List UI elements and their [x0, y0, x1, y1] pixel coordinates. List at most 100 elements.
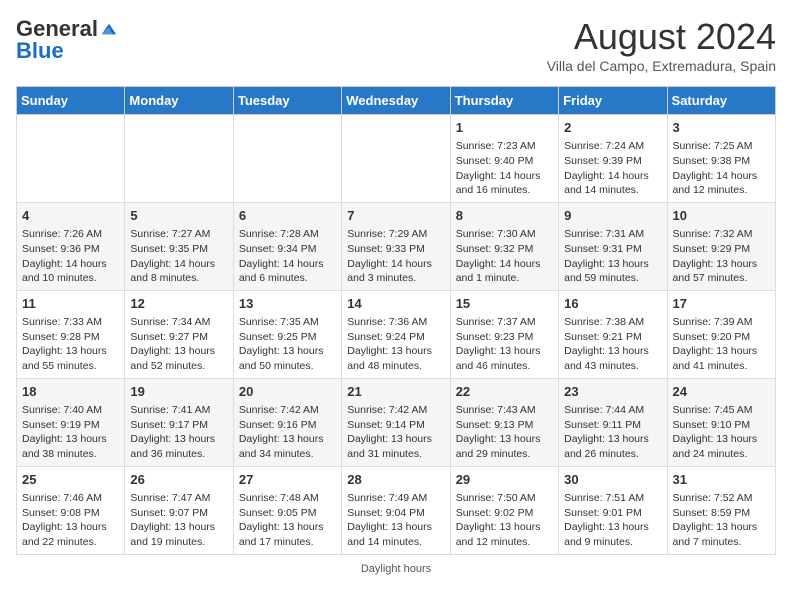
weekday-header-friday: Friday [559, 87, 667, 115]
day-number: 7 [347, 207, 444, 225]
calendar-cell: 31 Sunrise: 7:52 AMSunset: 8:59 PMDayligh… [667, 466, 775, 554]
day-number: 29 [456, 471, 553, 489]
calendar-cell: 1 Sunrise: 7:23 AMSunset: 9:40 PMDaylight… [450, 115, 558, 203]
day-number: 8 [456, 207, 553, 225]
day-info: Sunrise: 7:42 AMSunset: 9:14 PMDaylight:… [347, 403, 444, 462]
day-info: Sunrise: 7:24 AMSunset: 9:39 PMDaylight:… [564, 139, 661, 198]
calendar-cell: 17 Sunrise: 7:39 AMSunset: 9:20 PMDayligh… [667, 290, 775, 378]
day-number: 27 [239, 471, 336, 489]
calendar-cell [342, 115, 450, 203]
day-info: Sunrise: 7:49 AMSunset: 9:04 PMDaylight:… [347, 491, 444, 550]
calendar-week-row: 11Sunrise: 7:33 AMSunset: 9:28 PMDayligh… [17, 290, 776, 378]
calendar-cell: 9Sunrise: 7:31 AMSunset: 9:31 PMDaylight… [559, 202, 667, 290]
day-info: Sunrise: 7:46 AMSunset: 9:08 PMDaylight:… [22, 491, 119, 550]
header: General Blue August 2024 Villa del Campo… [16, 16, 776, 74]
subtitle: Villa del Campo, Extremadura, Spain [547, 58, 776, 74]
calendar-cell: 13 Sunrise: 7:35 AMSunset: 9:25 PMDayligh… [233, 290, 341, 378]
day-number: 3 [673, 119, 770, 137]
day-info: Sunrise: 7:51 AMSunset: 9:01 PMDaylight:… [564, 491, 661, 550]
calendar-cell: 20Sunrise: 7:42 AMSunset: 9:16 PMDayligh… [233, 378, 341, 466]
calendar-cell: 22 Sunrise: 7:43 AMSunset: 9:13 PMDayligh… [450, 378, 558, 466]
calendar-week-row: 18 Sunrise: 7:40 AMSunset: 9:19 PMDayligh… [17, 378, 776, 466]
day-number: 20 [239, 383, 336, 401]
day-number: 6 [239, 207, 336, 225]
day-number: 11 [22, 295, 119, 313]
day-info: Sunrise: 7:29 AMSunset: 9:33 PMDaylight:… [347, 227, 444, 286]
calendar-cell [125, 115, 233, 203]
calendar-cell: 11Sunrise: 7:33 AMSunset: 9:28 PMDayligh… [17, 290, 125, 378]
day-info: Sunrise: 7:37 AMSunset: 9:23 PMDaylight:… [456, 315, 553, 374]
day-number: 12 [130, 295, 227, 313]
calendar-cell: 24 Sunrise: 7:45 AMSunset: 9:10 PMDayligh… [667, 378, 775, 466]
weekday-header-wednesday: Wednesday [342, 87, 450, 115]
day-info: Sunrise: 7:40 AMSunset: 9:19 PMDaylight:… [22, 403, 119, 462]
day-number: 22 [456, 383, 553, 401]
calendar-cell: 3 Sunrise: 7:25 AMSunset: 9:38 PMDaylight… [667, 115, 775, 203]
calendar-header-row: SundayMondayTuesdayWednesdayThursdayFrid… [17, 87, 776, 115]
day-info: Sunrise: 7:35 AMSunset: 9:25 PMDaylight:… [239, 315, 336, 374]
calendar-cell: 8 Sunrise: 7:30 AMSunset: 9:32 PMDaylight… [450, 202, 558, 290]
day-info: Sunrise: 7:38 AMSunset: 9:21 PMDaylight:… [564, 315, 661, 374]
calendar-cell: 14 Sunrise: 7:36 AMSunset: 9:24 PMDayligh… [342, 290, 450, 378]
footer-note: Daylight hours [16, 563, 776, 575]
calendar-table: SundayMondayTuesdayWednesdayThursdayFrid… [16, 86, 776, 555]
day-number: 16 [564, 295, 661, 313]
title-area: August 2024 Villa del Campo, Extremadura… [547, 16, 776, 74]
day-number: 23 [564, 383, 661, 401]
day-number: 25 [22, 471, 119, 489]
logo-blue-text: Blue [16, 38, 64, 64]
calendar-cell: 28Sunrise: 7:49 AMSunset: 9:04 PMDayligh… [342, 466, 450, 554]
calendar-week-row: 1 Sunrise: 7:23 AMSunset: 9:40 PMDaylight… [17, 115, 776, 203]
day-info: Sunrise: 7:31 AMSunset: 9:31 PMDaylight:… [564, 227, 661, 286]
day-info: Sunrise: 7:44 AMSunset: 9:11 PMDaylight:… [564, 403, 661, 462]
calendar-cell: 6Sunrise: 7:28 AMSunset: 9:34 PMDaylight… [233, 202, 341, 290]
day-number: 26 [130, 471, 227, 489]
calendar-cell: 30 Sunrise: 7:51 AMSunset: 9:01 PMDayligh… [559, 466, 667, 554]
calendar-cell: 18 Sunrise: 7:40 AMSunset: 9:19 PMDayligh… [17, 378, 125, 466]
day-number: 31 [673, 471, 770, 489]
day-info: Sunrise: 7:30 AMSunset: 9:32 PMDaylight:… [456, 227, 553, 286]
day-number: 14 [347, 295, 444, 313]
weekday-header-saturday: Saturday [667, 87, 775, 115]
day-number: 10 [673, 207, 770, 225]
day-info: Sunrise: 7:36 AMSunset: 9:24 PMDaylight:… [347, 315, 444, 374]
day-info: Sunrise: 7:25 AMSunset: 9:38 PMDaylight:… [673, 139, 770, 198]
day-info: Sunrise: 7:45 AMSunset: 9:10 PMDaylight:… [673, 403, 770, 462]
day-info: Sunrise: 7:43 AMSunset: 9:13 PMDaylight:… [456, 403, 553, 462]
day-number: 19 [130, 383, 227, 401]
calendar-cell: 23 Sunrise: 7:44 AMSunset: 9:11 PMDayligh… [559, 378, 667, 466]
day-number: 18 [22, 383, 119, 401]
day-info: Sunrise: 7:50 AMSunset: 9:02 PMDaylight:… [456, 491, 553, 550]
day-info: Sunrise: 7:26 AMSunset: 9:36 PMDaylight:… [22, 227, 119, 286]
calendar-cell: 25 Sunrise: 7:46 AMSunset: 9:08 PMDayligh… [17, 466, 125, 554]
logo-icon [100, 20, 118, 38]
calendar-cell: 5Sunrise: 7:27 AMSunset: 9:35 PMDaylight… [125, 202, 233, 290]
day-number: 1 [456, 119, 553, 137]
calendar-cell: 29 Sunrise: 7:50 AMSunset: 9:02 PMDayligh… [450, 466, 558, 554]
day-info: Sunrise: 7:41 AMSunset: 9:17 PMDaylight:… [130, 403, 227, 462]
day-number: 17 [673, 295, 770, 313]
daylight-hours-label: Daylight hours [361, 563, 431, 575]
calendar-cell: 27Sunrise: 7:48 AMSunset: 9:05 PMDayligh… [233, 466, 341, 554]
day-number: 21 [347, 383, 444, 401]
day-info: Sunrise: 7:39 AMSunset: 9:20 PMDaylight:… [673, 315, 770, 374]
weekday-header-thursday: Thursday [450, 87, 558, 115]
day-info: Sunrise: 7:23 AMSunset: 9:40 PMDaylight:… [456, 139, 553, 198]
day-number: 30 [564, 471, 661, 489]
day-number: 13 [239, 295, 336, 313]
day-number: 2 [564, 119, 661, 137]
day-info: Sunrise: 7:52 AMSunset: 8:59 PMDaylight:… [673, 491, 770, 550]
day-number: 5 [130, 207, 227, 225]
main-title: August 2024 [547, 16, 776, 58]
day-info: Sunrise: 7:47 AMSunset: 9:07 PMDaylight:… [130, 491, 227, 550]
weekday-header-tuesday: Tuesday [233, 87, 341, 115]
calendar-cell: 7 Sunrise: 7:29 AMSunset: 9:33 PMDaylight… [342, 202, 450, 290]
calendar-cell: 15 Sunrise: 7:37 AMSunset: 9:23 PMDayligh… [450, 290, 558, 378]
calendar-cell: 21 Sunrise: 7:42 AMSunset: 9:14 PMDayligh… [342, 378, 450, 466]
calendar-cell: 12Sunrise: 7:34 AMSunset: 9:27 PMDayligh… [125, 290, 233, 378]
weekday-header-sunday: Sunday [17, 87, 125, 115]
calendar-cell: 2 Sunrise: 7:24 AMSunset: 9:39 PMDaylight… [559, 115, 667, 203]
day-number: 15 [456, 295, 553, 313]
calendar-week-row: 25 Sunrise: 7:46 AMSunset: 9:08 PMDayligh… [17, 466, 776, 554]
day-number: 24 [673, 383, 770, 401]
